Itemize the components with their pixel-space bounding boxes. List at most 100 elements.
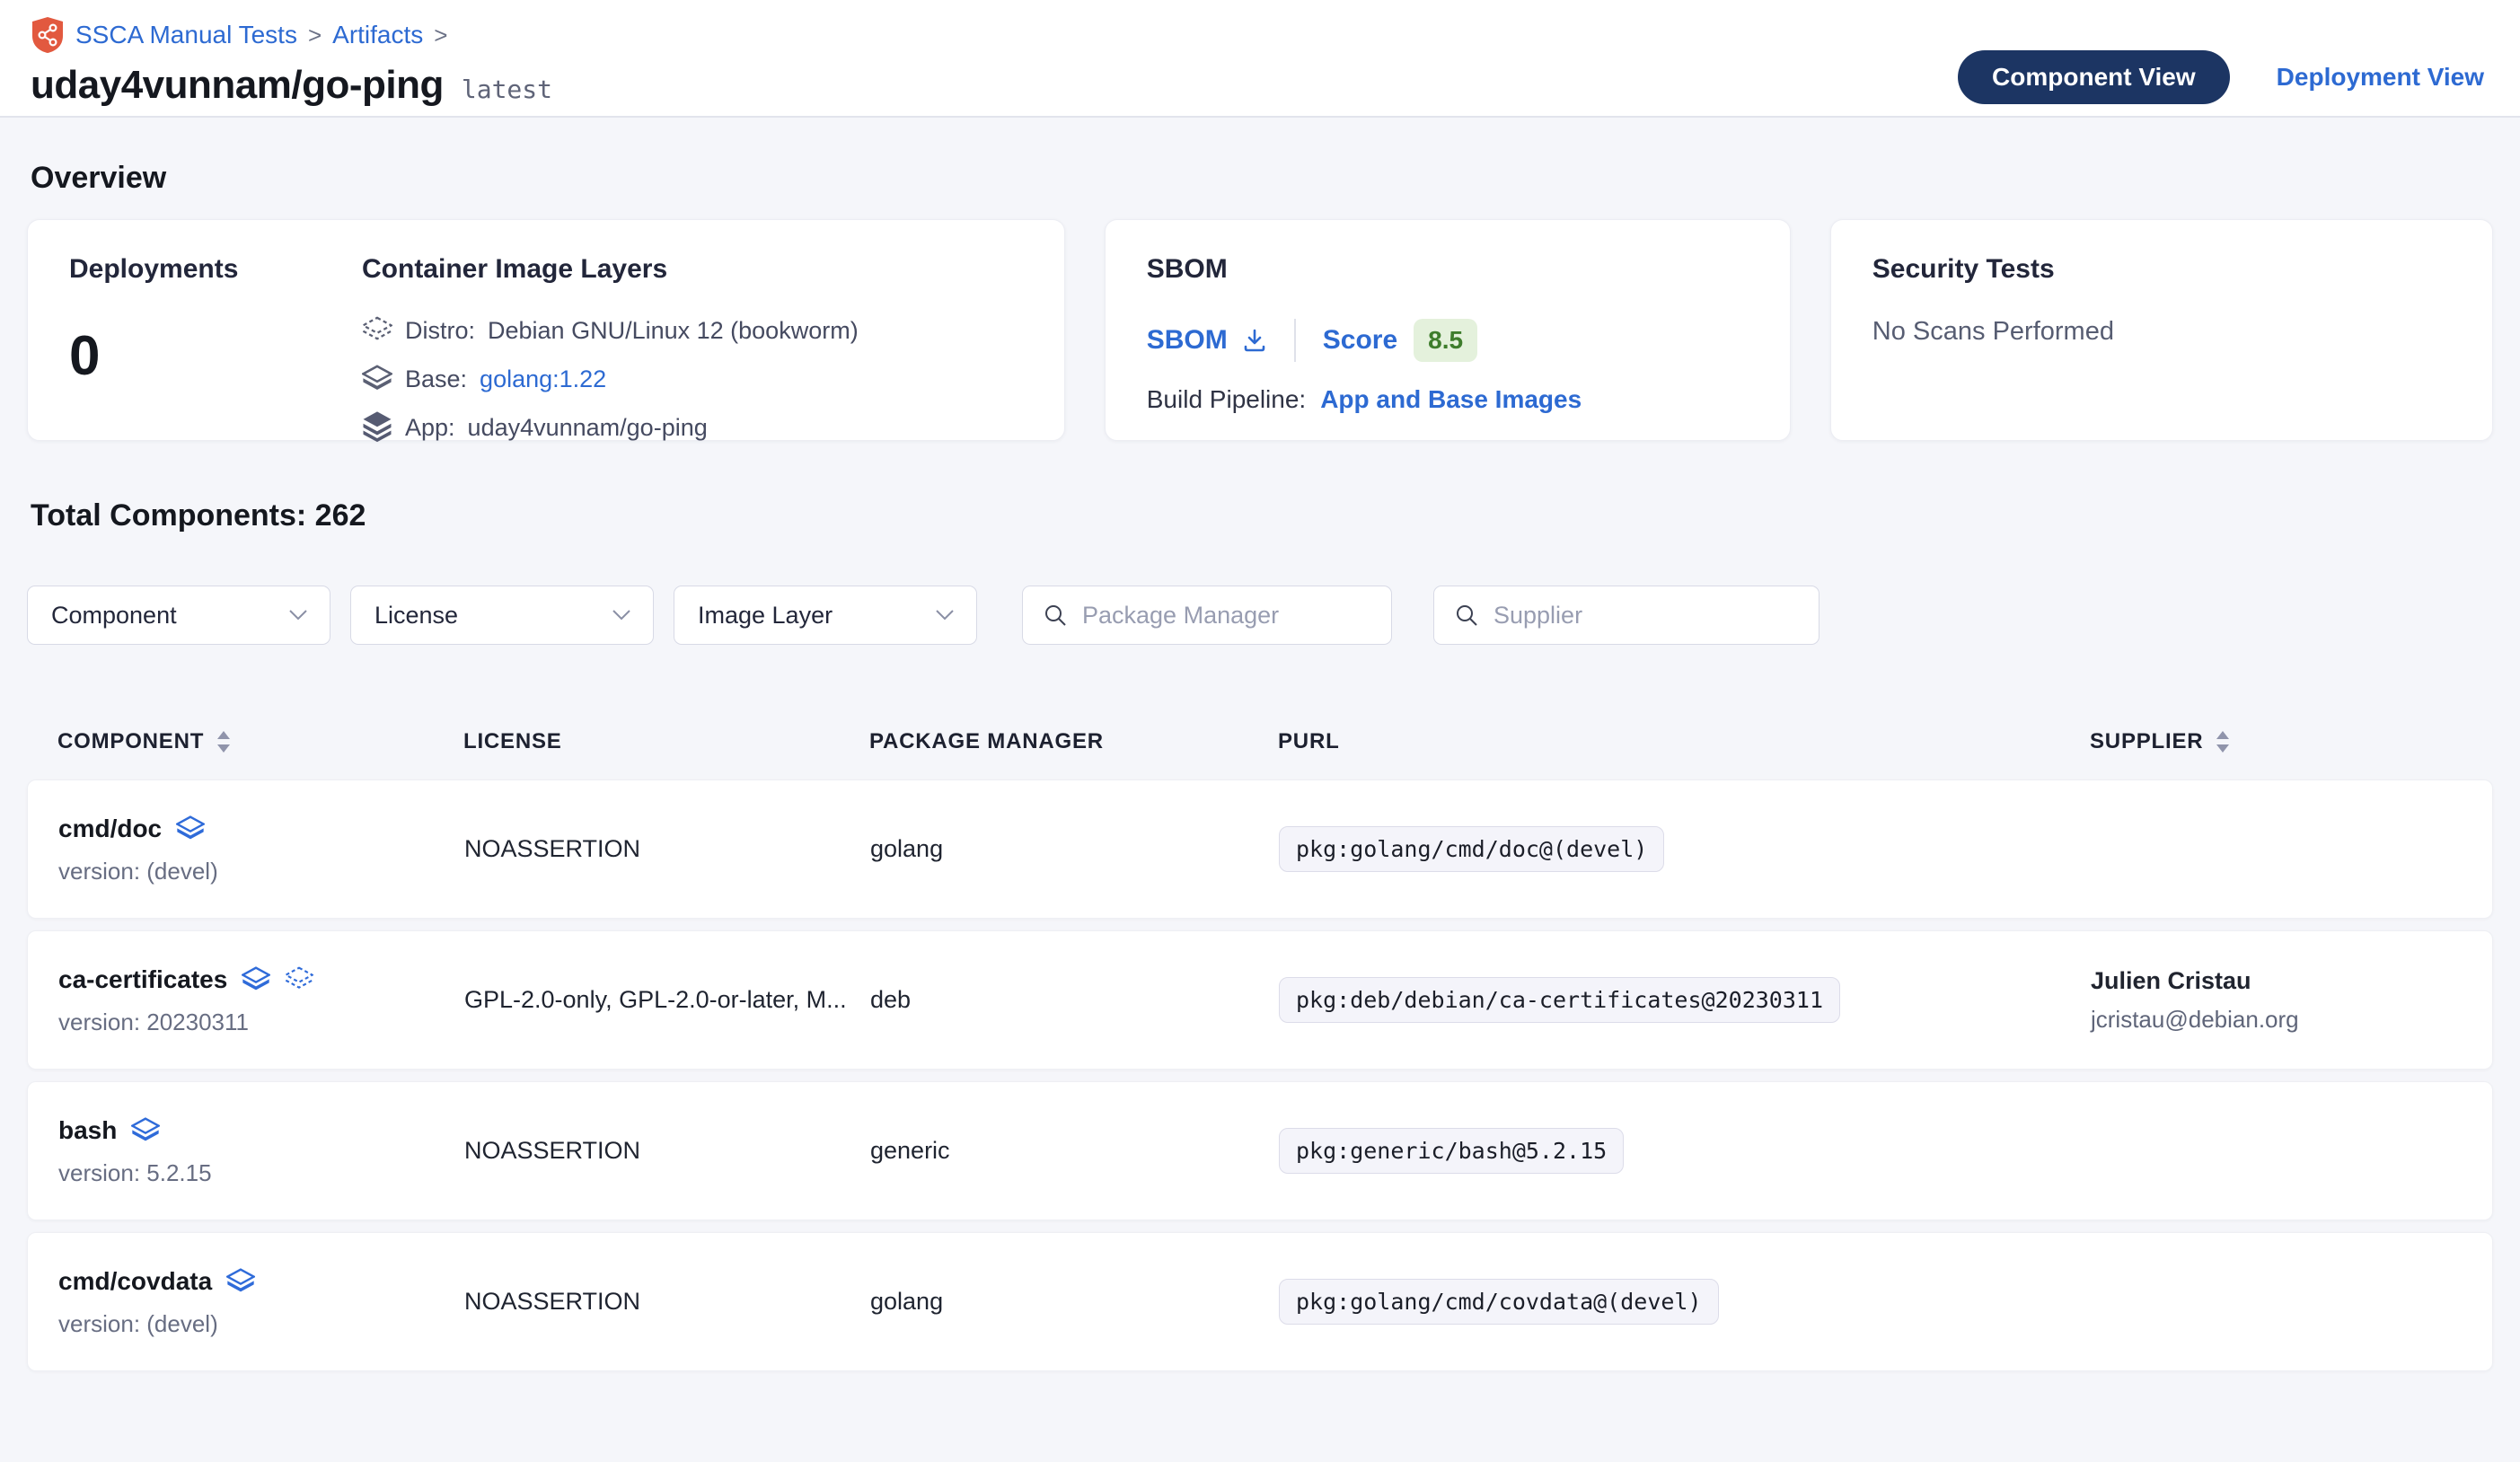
page-title: uday4vunnam/go-ping [31,63,444,108]
ssca-module-icon [31,16,65,54]
blue-layers-icon [131,1114,160,1147]
chevron-down-icon [288,609,308,621]
license-cell: GPL-2.0-only, GPL-2.0-or-later, M... [464,986,870,1014]
component-version: version: (devel) [58,858,464,885]
component-version: version: 5.2.15 [58,1159,464,1187]
purl-chip: pkg:golang/cmd/doc@(devel) [1279,826,1664,872]
sbom-title: SBOM [1147,254,1749,285]
chevron-down-icon [935,609,955,621]
package-manager-cell: golang [870,835,1279,863]
overview-heading: Overview [31,161,2493,196]
supplier-cell: Julien Cristau jcristau@debian.org [2091,967,2492,1034]
deployments-title: Deployments [69,254,362,285]
blue-layers-icon [242,964,270,996]
components-table: cmd/doc version: (devel) NOASSERTION gol… [27,779,2493,1371]
blue-layers-icon [226,1265,255,1298]
blue-layers-icon [176,813,205,845]
purl-chip: pkg:generic/bash@5.2.15 [1279,1128,1624,1174]
container-image-layers-title: Container Image Layers [362,254,1023,285]
search-icon [1454,603,1479,628]
component-name: cmd/doc [58,815,162,843]
component-filter-select[interactable]: Component [27,586,330,645]
package-manager-search-input[interactable] [1082,602,1371,630]
purl-chip: pkg:deb/debian/ca-certificates@20230311 [1279,977,1840,1023]
component-name: cmd/covdata [58,1267,212,1296]
license-cell: NOASSERTION [464,1288,870,1316]
column-header-package-manager: PACKAGE MANAGER [869,729,1278,754]
app-layer-icon [362,410,392,445]
table-row: cmd/doc version: (devel) NOASSERTION gol… [27,779,2493,919]
table-row: ca-certificates version: 20230311 GPL-2.… [27,930,2493,1070]
divider [1294,319,1296,362]
sbom-download-link[interactable]: SBOM [1147,325,1267,356]
sort-icon[interactable] [216,730,231,753]
security-tests-status: No Scans Performed [1872,317,2451,347]
breadcrumb-link-artifacts[interactable]: Artifacts [332,21,423,49]
component-name: ca-certificates [58,965,227,994]
license-cell: NOASSERTION [464,835,870,863]
deployments-count: 0 [69,324,362,388]
purl-chip: pkg:golang/cmd/covdata@(devel) [1279,1279,1719,1325]
page-header: SSCA Manual Tests > Artifacts > uday4vun… [0,0,2520,118]
package-manager-search [1022,586,1392,645]
download-icon [1242,328,1267,353]
license-filter-select[interactable]: License [350,586,654,645]
chevron-down-icon [612,609,631,621]
deployments-layers-card: Deployments 0 Container Image Layers Dis… [27,219,1065,441]
app-layer-row: App: uday4vunnam/go-ping [362,410,1023,445]
base-image-link[interactable]: golang:1.22 [480,366,606,393]
column-header-purl: PURL [1278,729,2090,754]
column-header-license: LICENSE [463,729,869,754]
breadcrumb: SSCA Manual Tests > Artifacts > [31,16,552,54]
filters-row: Component License Image Layer [27,586,2493,645]
distro-label: Distro: [405,317,475,345]
table-row: bash version: 5.2.15 NOASSERTION generic… [27,1081,2493,1220]
breadcrumb-link-ssca-manual-tests[interactable]: SSCA Manual Tests [75,21,297,49]
distro-layer-row: Distro: Debian GNU/Linux 12 (bookworm) [362,313,1023,348]
image-layer-filter-select[interactable]: Image Layer [674,586,977,645]
distro-layer-icon [362,313,392,348]
license-cell: NOASSERTION [464,1137,870,1165]
security-tests-title: Security Tests [1872,254,2451,285]
search-icon [1043,603,1068,628]
sort-icon[interactable] [2216,730,2230,753]
build-pipeline-label: Build Pipeline: [1147,385,1306,414]
score-label: Score [1323,325,1397,356]
supplier-name: Julien Cristau [2091,967,2492,995]
table-header: COMPONENT LICENSE PACKAGE MANAGER PURL S… [27,729,2493,779]
component-version: version: 20230311 [58,1008,464,1036]
sbom-card: SBOM SBOM Score 8.5 Build Pipeline: App … [1105,219,1791,441]
column-header-supplier[interactable]: SUPPLIER [2090,729,2493,754]
supplier-search [1433,586,1820,645]
component-version: version: (devel) [58,1310,464,1338]
component-filter-label: Component [51,602,177,630]
package-manager-cell: deb [870,986,1279,1014]
blue-dashed-layers-icon [285,964,313,996]
build-pipeline-link[interactable]: App and Base Images [1320,385,1582,414]
component-view-button[interactable]: Component View [1958,50,2230,104]
base-layer-icon [362,362,392,396]
license-filter-label: License [374,602,458,630]
total-components-heading: Total Components: 262 [31,498,2493,533]
column-header-component[interactable]: COMPONENT [57,729,463,754]
supplier-email: jcristau@debian.org [2091,1006,2492,1034]
security-tests-card: Security Tests No Scans Performed [1830,219,2493,441]
view-toggle: Component View Deployment View [1958,16,2484,116]
component-name: bash [58,1116,117,1145]
package-manager-cell: golang [870,1288,1279,1316]
artifact-tag: latest [462,75,552,104]
base-label: Base: [405,366,467,393]
table-row: cmd/covdata version: (devel) NOASSERTION… [27,1232,2493,1371]
app-value: uday4vunnam/go-ping [468,414,708,442]
sbom-download-label: SBOM [1147,325,1228,356]
supplier-search-input[interactable] [1493,602,1799,630]
base-layer-row: Base: golang:1.22 [362,362,1023,396]
distro-value: Debian GNU/Linux 12 (bookworm) [488,317,859,345]
package-manager-cell: generic [870,1137,1279,1165]
breadcrumb-separator: > [308,22,322,49]
app-label: App: [405,414,455,442]
image-layer-filter-label: Image Layer [698,602,833,630]
breadcrumb-separator: > [434,22,447,49]
deployment-view-link[interactable]: Deployment View [2277,63,2484,92]
score-badge: 8.5 [1414,319,1477,362]
